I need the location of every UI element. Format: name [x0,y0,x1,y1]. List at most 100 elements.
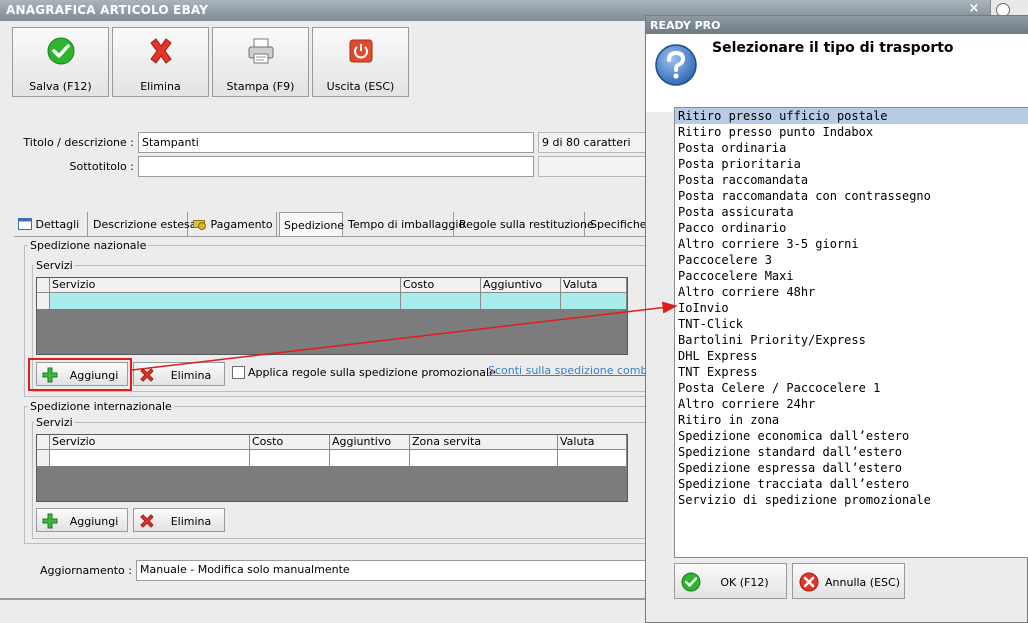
column-costo[interactable]: Costo [401,278,481,293]
table-row-cell-servizio[interactable] [50,293,401,309]
list-item[interactable]: Spedizione standard dall’estero [675,444,1028,460]
dialog-prompt: Selezionare il tipo di trasporto [712,40,954,56]
window-title: ANAGRAFICA ARTICOLO EBAY [6,3,209,17]
subtitle-input[interactable] [138,156,534,177]
list-item[interactable]: IoInvio [675,300,1028,316]
list-item[interactable]: Posta assicurata [675,204,1028,220]
national-shipping-title: Spedizione nazionale [28,239,149,252]
list-item[interactable]: Posta Celere / Paccocelere 1 [675,380,1028,396]
update-mode-label: Aggiornamento : [39,564,132,577]
combined-shipping-discount-link[interactable]: Sconti sulla spedizione combinata [488,364,646,377]
tab-specifiche[interactable]: Specifiche [586,212,647,237]
print-button[interactable]: Stampa (F9) [212,27,309,97]
list-item[interactable]: Altro corriere 24hr [675,396,1028,412]
grid-corner [37,435,50,450]
table-row-cell-aggiuntivo[interactable] [330,450,410,466]
promo-rules-checkbox[interactable] [232,366,245,379]
column-servizio[interactable]: Servizio [50,435,250,450]
cancel-icon [799,572,819,592]
table-row-cell-zona-servita[interactable] [410,450,558,466]
tab-spedizione[interactable]: Spedizione [279,212,344,237]
list-item[interactable]: Servizio di spedizione promozionale [675,492,1028,508]
transport-type-dialog: READY PRO Selezionare il tipo di traspor… [645,15,1028,623]
table-row-cell-costo[interactable] [401,293,481,309]
international-services-title: Servizi [34,416,75,429]
list-item[interactable]: Paccocelere Maxi [675,268,1028,284]
dialog-titlebar: READY PRO [646,16,1028,34]
international-delete-button[interactable]: Elimina [133,508,225,532]
list-item[interactable]: Posta ordinaria [675,140,1028,156]
list-item[interactable]: Ritiro presso ufficio postale [675,108,1028,124]
tab-pagamento[interactable]: Pagamento [189,212,277,237]
tab-descrizione-estesa[interactable]: Descrizione estesa [89,212,196,237]
title-label: Titolo / descrizione : [23,136,134,149]
printer-icon [248,38,274,64]
tab-label: Dettagli [35,218,80,231]
international-shipping-title: Spedizione internazionale [28,400,174,413]
column-valuta[interactable]: Valuta [558,435,627,450]
status-divider [0,598,646,600]
list-item[interactable]: Spedizione tracciata dall’estero [675,476,1028,492]
tab-regole-restituzione[interactable]: Regole sulla restituzione [455,212,594,237]
list-item[interactable]: Ritiro presso punto Indabox [675,124,1028,140]
table-row-cell-valuta[interactable] [558,450,627,466]
international-services-grid[interactable]: Servizio Costo Aggiuntivo Zona servita V… [36,434,628,502]
national-delete-button[interactable]: Elimina [133,362,225,386]
exit-button[interactable]: Uscita (ESC) [312,27,409,97]
tab-dettagli[interactable]: Dettagli [14,212,88,237]
red-x-icon [140,514,154,528]
green-plus-icon [42,513,58,529]
column-zona-servita[interactable]: Zona servita [410,435,558,450]
annotation-highlight-box [28,358,132,391]
list-item[interactable]: Altro corriere 48hr [675,284,1028,300]
national-services-grid[interactable]: Servizio Costo Aggiuntivo Valuta [36,277,628,355]
list-item[interactable]: TNT-Click [675,316,1028,332]
list-item[interactable]: DHL Express [675,348,1028,364]
promo-rules-label: Applica regole sulla spedizione promozio… [248,366,496,379]
transport-type-list[interactable]: Ritiro presso ufficio postale Ritiro pres… [674,107,1028,558]
money-icon [193,220,206,230]
list-item[interactable]: Posta prioritaria [675,156,1028,172]
column-servizio[interactable]: Servizio [50,278,401,293]
list-item[interactable]: Spedizione economica dall’estero [675,428,1028,444]
question-icon [655,44,697,86]
list-item[interactable]: Bartolini Priority/Express [675,332,1028,348]
list-item[interactable]: Posta raccomandata [675,172,1028,188]
list-item[interactable]: Spedizione espressa dall’estero [675,460,1028,476]
column-valuta[interactable]: Valuta [561,278,627,293]
table-row-cell-aggiuntivo[interactable] [481,293,561,309]
row-indicator [37,450,50,466]
international-add-button[interactable]: Aggiungi [36,508,128,532]
title-input[interactable] [138,132,534,153]
tab-label: Tempo di imballaggio [348,218,466,231]
tab-label: Pagamento [210,218,273,231]
column-costo[interactable]: Costo [250,435,330,450]
column-aggiuntivo[interactable]: Aggiuntivo [330,435,410,450]
tab-tempo-di-imballaggio[interactable]: Tempo di imballaggio [344,212,465,237]
tab-bar: Dettagli Descrizione estesa Pagamento Sp… [14,212,647,237]
check-icon [681,572,701,592]
list-item[interactable]: TNT Express [675,364,1028,380]
subtitle-char-counter [538,156,648,177]
title-char-counter: 9 di 80 caratteri [538,132,648,153]
list-item[interactable]: Pacco ordinario [675,220,1028,236]
grid-corner [37,278,50,293]
update-mode-select[interactable]: Manuale - Modifica solo manualmente [136,560,648,581]
subtitle-label: Sottotitolo : [69,160,134,173]
table-row-cell-valuta[interactable] [561,293,627,309]
list-item[interactable]: Paccocelere 3 [675,252,1028,268]
list-item[interactable]: Ritiro in zona [675,412,1028,428]
save-button[interactable]: Salva (F12) [12,27,109,97]
list-item[interactable]: Altro corriere 3-5 giorni [675,236,1028,252]
table-row-cell-servizio[interactable] [50,450,250,466]
list-item[interactable]: Posta raccomandata con contrassegno [675,188,1028,204]
column-aggiuntivo[interactable]: Aggiuntivo [481,278,561,293]
red-x-icon [150,38,172,64]
cancel-button[interactable]: Annulla (ESC) [792,563,905,599]
add-label: Aggiungi [69,515,119,528]
delete-button[interactable]: Elimina [112,27,209,97]
table-row-cell-costo[interactable] [250,450,330,466]
print-label: Stampa (F9) [226,80,295,93]
ok-button[interactable]: OK (F12) [674,563,787,599]
delete-label: Elimina [170,515,212,528]
